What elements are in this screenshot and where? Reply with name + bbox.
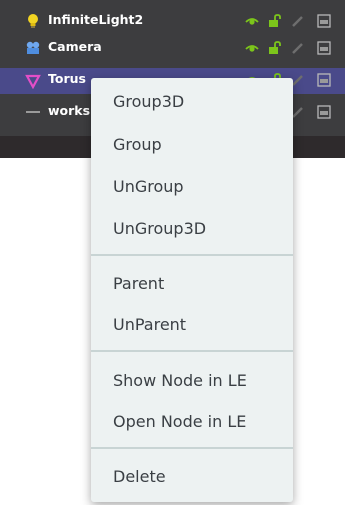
menu-item-ungroup[interactable]: UnGroup xyxy=(91,168,293,206)
camera-icon xyxy=(26,41,40,54)
layer-icon[interactable] xyxy=(317,41,331,55)
menu-separator xyxy=(91,447,293,449)
menu-item-group3d[interactable]: Group3D xyxy=(91,83,293,121)
menu-separator xyxy=(91,350,293,352)
eye-icon[interactable] xyxy=(245,14,259,28)
menu-item-unparent[interactable]: UnParent xyxy=(91,306,293,344)
menu-separator xyxy=(91,254,293,256)
lightbulb-icon xyxy=(28,14,38,28)
tree-row-infinitelight2[interactable]: InfiniteLight2 xyxy=(0,9,345,33)
pencil-icon[interactable] xyxy=(291,73,305,87)
tree-row-label: InfiniteLight2 xyxy=(48,12,144,27)
eye-icon[interactable] xyxy=(245,41,259,55)
tree-row-label: Torus xyxy=(48,71,86,86)
pencil-icon[interactable] xyxy=(291,14,305,28)
unlock-icon[interactable] xyxy=(268,41,282,55)
layer-icon[interactable] xyxy=(317,105,331,119)
dash-icon xyxy=(26,111,40,113)
triangle-down-icon xyxy=(25,74,41,89)
layer-icon[interactable] xyxy=(317,73,331,87)
pencil-icon[interactable] xyxy=(291,41,305,55)
menu-item-ungroup3d[interactable]: UnGroup3D xyxy=(91,210,293,248)
context-menu: Group3D Group UnGroup UnGroup3D Parent U… xyxy=(91,78,293,502)
tree-row-camera[interactable]: Camera xyxy=(0,36,345,60)
tree-row-label: Camera xyxy=(48,39,102,54)
layer-icon[interactable] xyxy=(317,14,331,28)
menu-item-show-node-in-le[interactable]: Show Node in LE xyxy=(91,362,293,400)
menu-item-group[interactable]: Group xyxy=(91,126,293,164)
unlock-icon[interactable] xyxy=(268,14,282,28)
pencil-icon[interactable] xyxy=(291,105,305,119)
tree-row-label: works xyxy=(48,103,91,118)
menu-item-delete[interactable]: Delete xyxy=(91,458,293,496)
menu-item-parent[interactable]: Parent xyxy=(91,265,293,303)
menu-item-open-node-in-le[interactable]: Open Node in LE xyxy=(91,403,293,441)
